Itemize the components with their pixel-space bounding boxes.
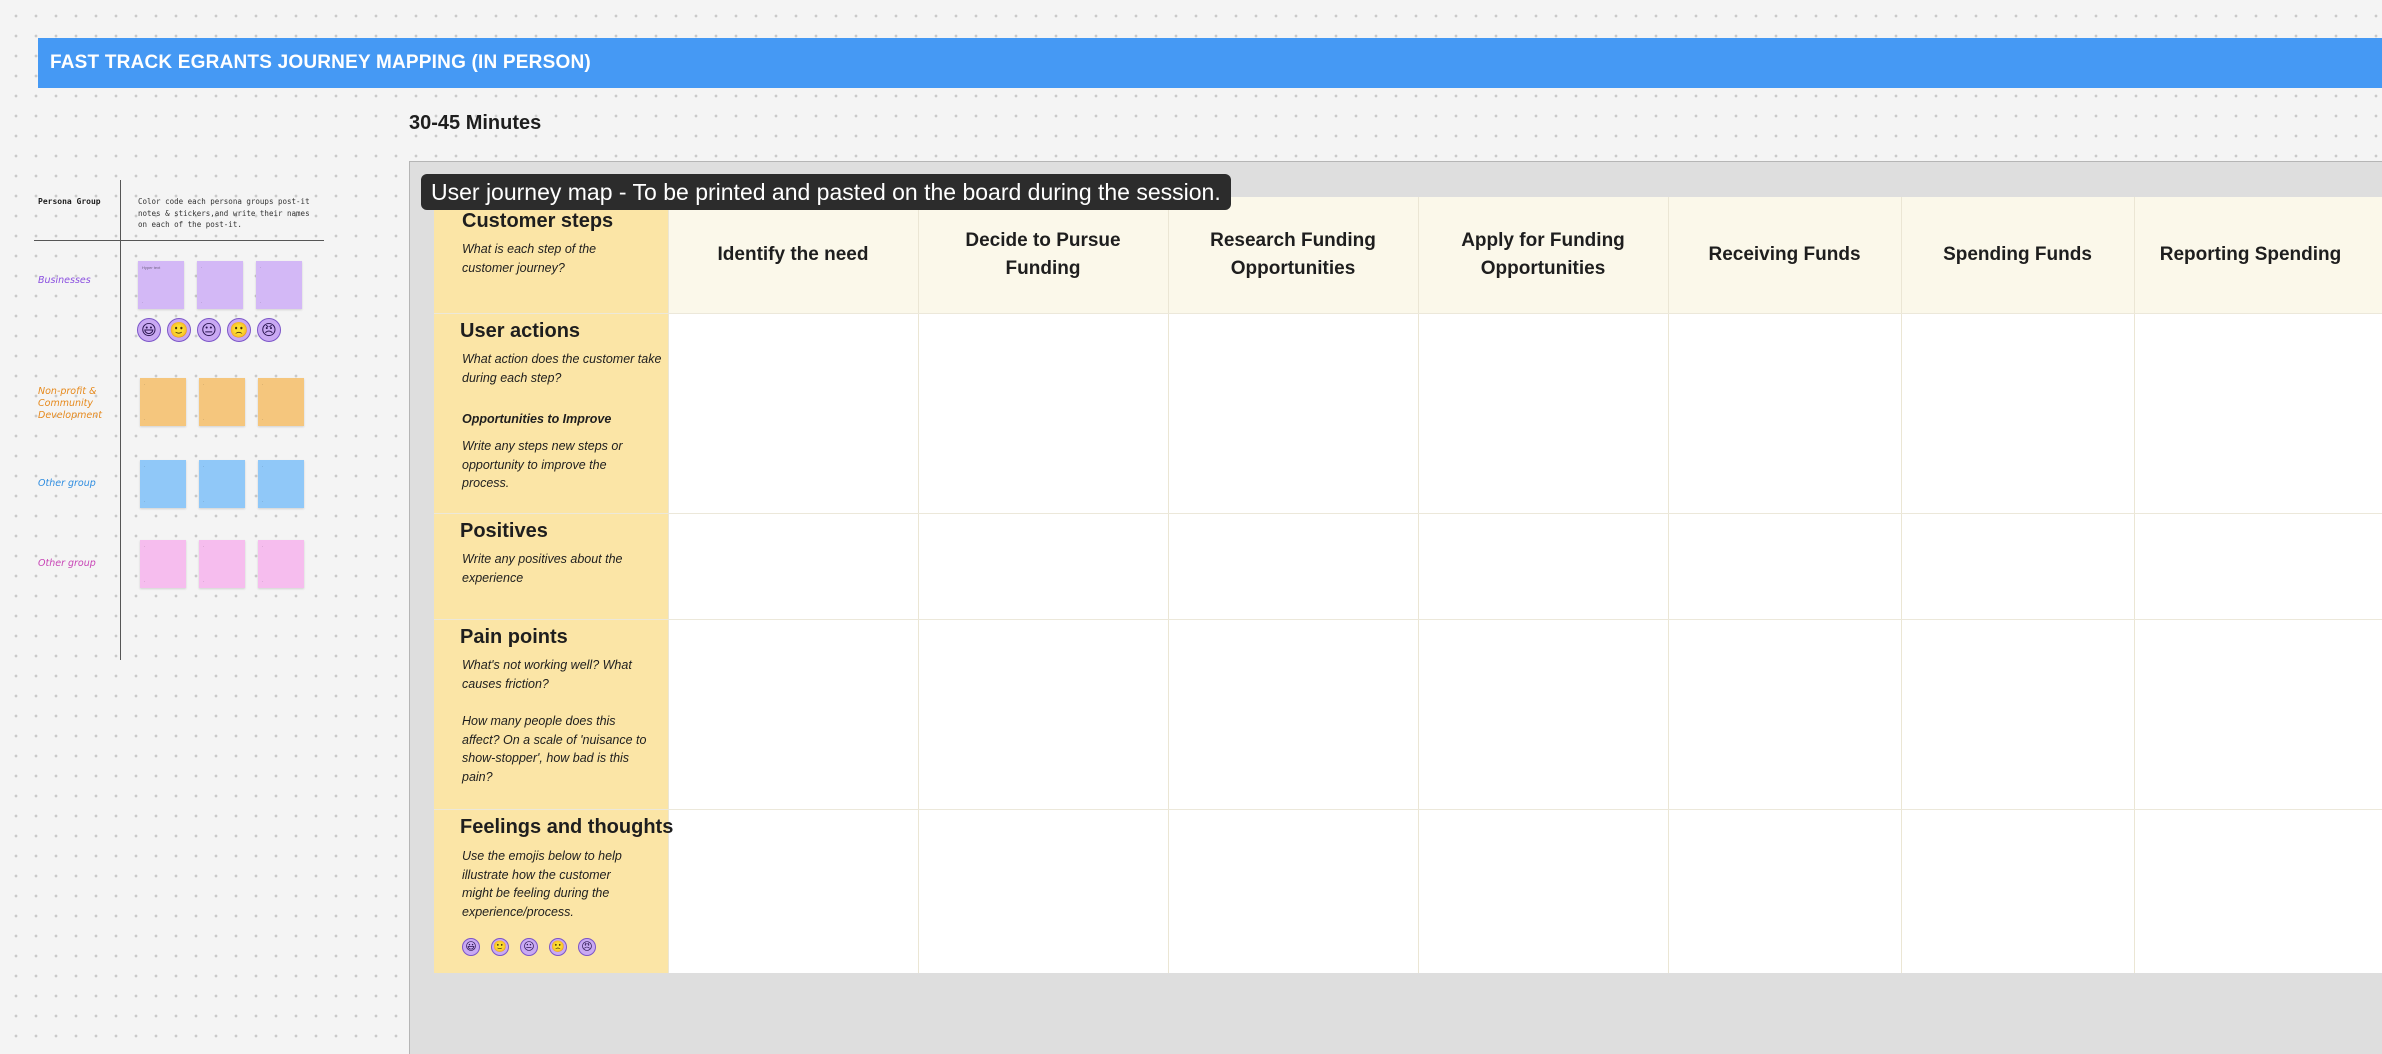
row-desc-pain-points-2: How many people does this affect? On a s… <box>462 714 647 784</box>
legend-instructions: Color code each persona groups post-it n… <box>138 197 310 229</box>
postit-nonprofit[interactable]: · · <box>140 378 186 426</box>
postit-businesses[interactable]: · · <box>197 261 243 309</box>
neutral-face-icon[interactable]: 😐 <box>520 938 538 956</box>
step-header: Apply for Funding Opportunities <box>1461 230 1625 279</box>
row-desc-customer-steps: What is each step of the customer journe… <box>462 242 597 275</box>
row-title-user-actions: User actions <box>460 320 581 342</box>
step-header: Decide to Pursue Funding <box>965 230 1121 279</box>
row-desc-user-actions: What action does the customer take durin… <box>462 352 662 385</box>
grinning-face-icon[interactable]: 😃 <box>137 318 161 342</box>
row-desc-pain-points: What's not working well? What causes fri… <box>462 658 632 691</box>
row-divider <box>434 809 2382 810</box>
postit-businesses[interactable]: · · <box>256 261 302 309</box>
group-label-other-2: Other group <box>38 558 96 569</box>
step-header: Identify the need <box>717 244 869 265</box>
postit-businesses[interactable]: Hyper text · <box>138 261 184 309</box>
journey-map-table: Identify the need Decide to Pursue Fundi… <box>434 197 2382 973</box>
postit-nonprofit[interactable]: · · <box>199 378 245 426</box>
neutral-face-icon[interactable]: 😐 <box>197 318 221 342</box>
step-header: Reporting Spending <box>2159 244 2342 265</box>
row-title-pain-points: Pain points <box>460 626 568 648</box>
legend-header: Persona Group <box>38 197 101 206</box>
group-label-nonprofit: Non-profit & Community Development <box>38 386 102 421</box>
postit-other-group[interactable]: · · <box>140 460 186 508</box>
postit-text: Hyper text <box>142 265 161 270</box>
legend-emoji-row: 😃 🙂 😐 🙁 😠 <box>137 318 281 342</box>
board-caption: User journey map - To be printed and pas… <box>421 174 1231 210</box>
postit-other-group-2[interactable]: · · <box>199 540 245 588</box>
board-title-banner: FAST TRACK EGRANTS JOURNEY MAPPING (IN P… <box>38 38 2382 88</box>
group-label-businesses: Businesses <box>38 275 91 286</box>
step-header: Research Funding Opportunities <box>1210 230 1376 279</box>
board-title: FAST TRACK EGRANTS JOURNEY MAPPING (IN P… <box>50 52 591 73</box>
duration-label: 30-45 Minutes <box>409 112 542 134</box>
frowning-face-icon[interactable]: 🙁 <box>227 318 251 342</box>
row-title-customer-steps: Customer steps <box>462 210 614 232</box>
legend-divider-horizontal <box>34 240 324 241</box>
postit-other-group[interactable]: · · <box>199 460 245 508</box>
angry-face-icon[interactable]: 😠 <box>257 318 281 342</box>
opportunities-title: Opportunities to Improve <box>462 412 612 426</box>
smiling-face-icon[interactable]: 🙂 <box>167 318 191 342</box>
smiling-face-icon[interactable]: 🙂 <box>491 938 509 956</box>
feelings-emoji-row: 😃 🙂 😐 🙁 😠 <box>462 938 596 956</box>
step-header: Receiving Funds <box>1708 244 1861 265</box>
row-divider <box>434 313 2382 314</box>
row-desc-feelings: Use the emojis below to help illustrate … <box>462 849 622 919</box>
postit-other-group-2[interactable]: · · <box>258 540 304 588</box>
postit-other-group-2[interactable]: · · <box>140 540 186 588</box>
postit-other-group[interactable]: · · <box>258 460 304 508</box>
grinning-face-icon[interactable]: 😃 <box>462 938 480 956</box>
row-divider <box>434 513 2382 514</box>
row-title-positives: Positives <box>460 520 548 542</box>
angry-face-icon[interactable]: 😠 <box>578 938 596 956</box>
frowning-face-icon[interactable]: 🙁 <box>549 938 567 956</box>
legend-divider-vertical <box>120 180 121 660</box>
step-header: Spending Funds <box>1943 244 2092 265</box>
opportunities-desc: Write any steps new steps or opportunity… <box>462 439 623 490</box>
group-label-other-1: Other group <box>38 478 96 489</box>
row-title-feelings: Feelings and thoughts <box>460 816 674 838</box>
row-divider <box>434 619 2382 620</box>
row-desc-positives: Write any positives about the experience <box>462 552 623 585</box>
postit-nonprofit[interactable]: · · <box>258 378 304 426</box>
